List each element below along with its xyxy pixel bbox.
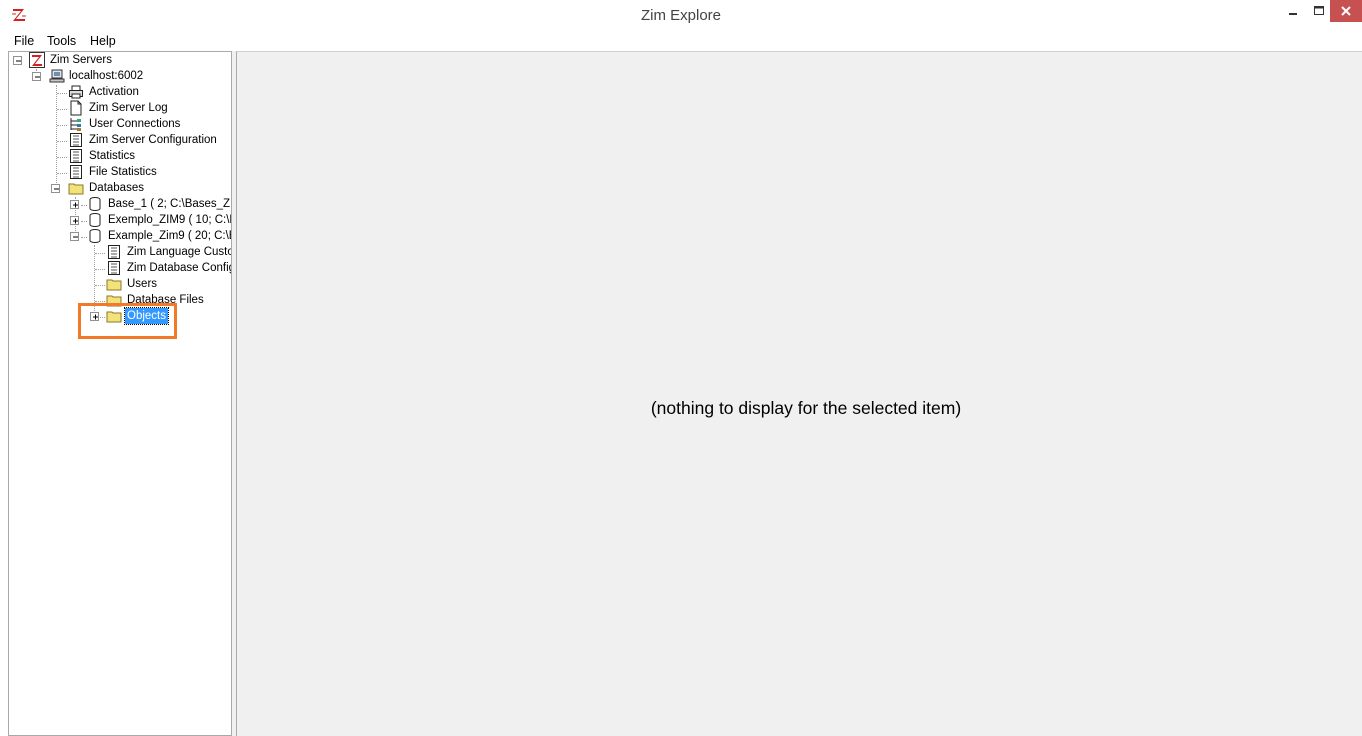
minimize-button[interactable] bbox=[1280, 0, 1306, 22]
tree-line bbox=[57, 173, 67, 174]
menu-bar: File Tools Help bbox=[0, 31, 1362, 51]
tree-line bbox=[95, 285, 105, 286]
tree-line bbox=[57, 93, 67, 94]
config-sheet-icon bbox=[68, 164, 84, 180]
tree-line bbox=[57, 157, 67, 158]
config-sheet-icon bbox=[106, 244, 122, 260]
app-window: Zim Explore File Tools Help Zim Servers … bbox=[0, 0, 1362, 736]
computer-icon bbox=[49, 68, 65, 84]
window-title: Zim Explore bbox=[640, 7, 722, 24]
menu-file[interactable]: File bbox=[10, 31, 38, 51]
expand-toggle[interactable] bbox=[70, 216, 79, 225]
collapse-toggle[interactable] bbox=[32, 72, 41, 81]
tree-line bbox=[57, 125, 67, 126]
collapse-toggle[interactable] bbox=[13, 56, 22, 65]
empty-message: (nothing to display for the selected ite… bbox=[650, 398, 962, 418]
database-icon bbox=[87, 228, 103, 244]
menu-help[interactable]: Help bbox=[86, 31, 120, 51]
tree-line bbox=[95, 269, 105, 270]
tree-line bbox=[56, 85, 57, 191]
tree-line bbox=[95, 301, 105, 302]
expand-toggle[interactable] bbox=[70, 200, 79, 209]
config-sheet-icon bbox=[68, 132, 84, 148]
database-icon bbox=[87, 196, 103, 212]
maximize-button[interactable] bbox=[1306, 0, 1332, 22]
tree-line bbox=[95, 253, 105, 254]
config-sheet-icon bbox=[106, 260, 122, 276]
server-tree[interactable]: Zim Servers localhost:6002 Activation Zi… bbox=[8, 51, 232, 736]
folder-icon bbox=[106, 276, 122, 292]
collapse-toggle[interactable] bbox=[51, 184, 60, 193]
collapse-toggle[interactable] bbox=[70, 232, 79, 241]
menu-tools[interactable]: Tools bbox=[43, 31, 80, 51]
content-pane: (nothing to display for the selected ite… bbox=[236, 51, 1362, 736]
document-icon bbox=[68, 100, 84, 116]
database-icon bbox=[87, 212, 103, 228]
close-button[interactable] bbox=[1330, 0, 1362, 22]
tree-line bbox=[57, 109, 67, 110]
folder-icon bbox=[68, 180, 84, 196]
config-sheet-icon bbox=[68, 148, 84, 164]
zim-logo-icon bbox=[29, 52, 45, 68]
printer-icon bbox=[68, 84, 84, 100]
tree-line bbox=[57, 141, 67, 142]
connections-icon bbox=[68, 116, 84, 132]
highlight-annotation bbox=[78, 303, 177, 339]
title-bar: Zim Explore bbox=[0, 0, 1362, 31]
